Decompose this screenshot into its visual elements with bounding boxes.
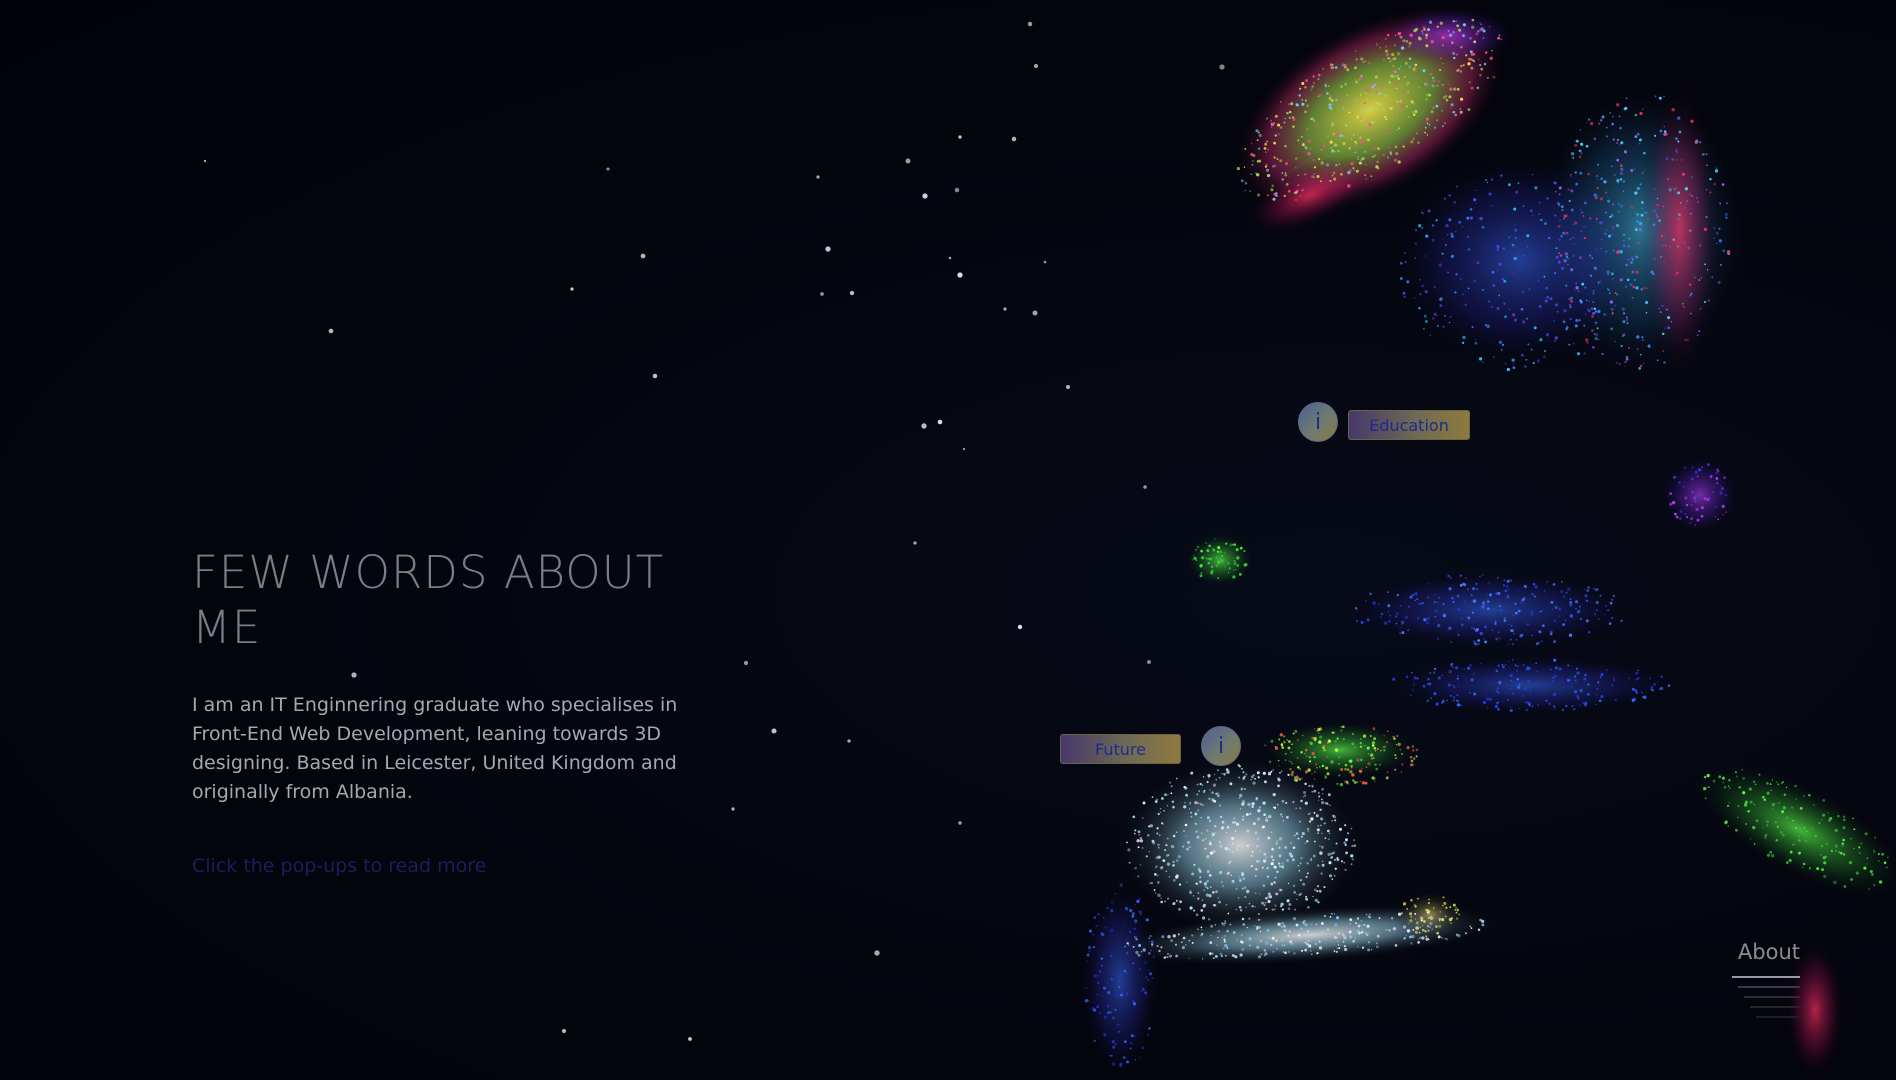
- particle-figure: [1080, 4, 1896, 1080]
- education-popup-button[interactable]: Education: [1348, 410, 1470, 440]
- about-heading: FEW WORDS ABOUT ME: [192, 546, 665, 654]
- education-popup-label: Education: [1369, 415, 1449, 435]
- section-nav[interactable]: About: [1722, 940, 1818, 1020]
- future-popup-button[interactable]: Future: [1060, 734, 1181, 764]
- about-description: I am an IT Enginnering graduate who spec…: [192, 694, 678, 803]
- education-info-glyph: i: [1314, 409, 1322, 435]
- nav-line[interactable]: [1744, 996, 1800, 998]
- future-info-glyph: i: [1217, 733, 1225, 759]
- scene-viewport[interactable]: FEW WORDS ABOUT ME I am an IT Enginnerin…: [0, 0, 1896, 1080]
- section-nav-indicator: [1722, 976, 1818, 1020]
- education-info-icon[interactable]: i: [1298, 402, 1338, 442]
- future-popup-label: Future: [1095, 739, 1146, 759]
- read-more-hint-link[interactable]: Click the pop-ups to read more: [192, 855, 486, 877]
- nav-about-label[interactable]: About: [1722, 940, 1818, 964]
- nav-line[interactable]: [1738, 986, 1800, 988]
- nav-line[interactable]: [1756, 1016, 1800, 1018]
- nav-line[interactable]: [1750, 1006, 1800, 1008]
- nav-line-active[interactable]: [1732, 976, 1800, 978]
- future-info-icon[interactable]: i: [1201, 726, 1241, 766]
- about-section: FEW WORDS ABOUT ME I am an IT Enginnerin…: [192, 545, 692, 877]
